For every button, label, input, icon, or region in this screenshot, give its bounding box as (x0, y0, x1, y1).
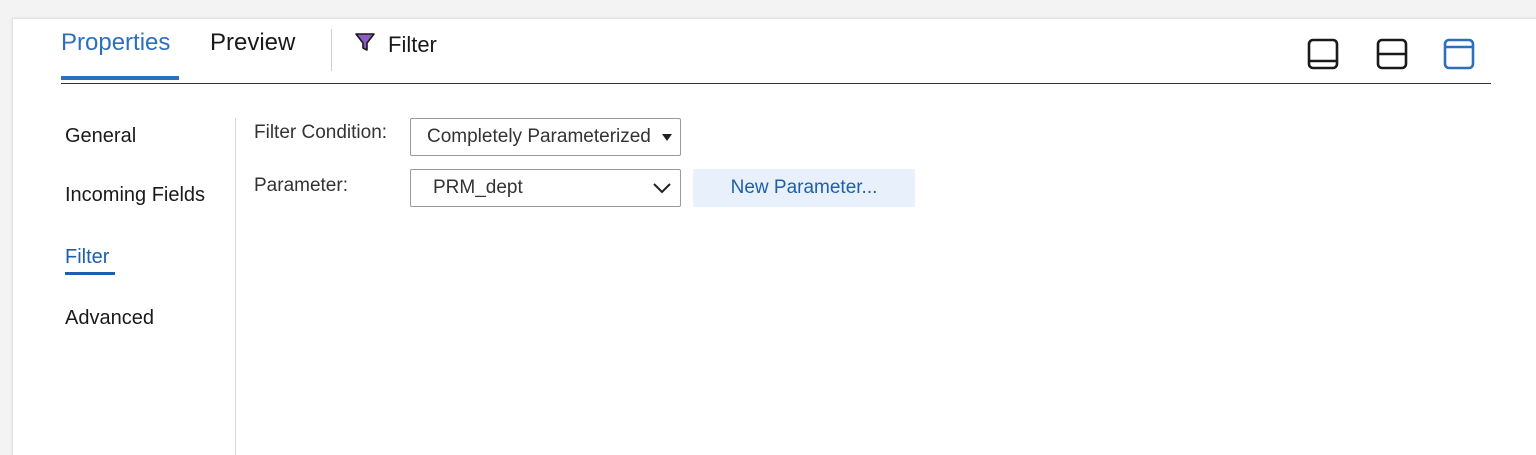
sidebar-item-filter[interactable]: Filter (65, 246, 109, 269)
sidebar-item-advanced[interactable]: Advanced (65, 307, 154, 330)
filter-transform-label: Filter (388, 32, 437, 57)
filter-condition-value: Completely Parameterized (427, 126, 651, 147)
sidebar-item-incoming-fields[interactable]: Incoming Fields (65, 184, 205, 207)
filter-condition-label: Filter Condition: (254, 122, 388, 143)
tab-preview[interactable]: Preview (210, 29, 295, 57)
filter-condition-select[interactable]: Completely Parameterized (410, 118, 681, 156)
caret-down-icon (662, 133, 672, 141)
layout-bottom-panel-button[interactable] (1306, 37, 1340, 71)
filter-funnel-icon (354, 31, 376, 59)
panel-top-icon (1443, 38, 1475, 70)
layout-top-panel-button[interactable] (1442, 37, 1476, 71)
active-tab-indicator (61, 76, 179, 80)
sidebar-active-indicator (65, 272, 115, 275)
parameter-value: PRM_dept (433, 177, 523, 198)
panel-split-icon (1376, 38, 1408, 70)
parameter-label: Parameter: (254, 175, 348, 196)
sidebar-item-general[interactable]: General (65, 125, 136, 148)
tab-separator (331, 29, 332, 71)
parameter-select[interactable]: PRM_dept (410, 169, 681, 207)
panel-bottom-icon (1307, 38, 1339, 70)
properties-panel: Properties Preview Filter General Incomi… (12, 18, 1536, 455)
new-parameter-button[interactable]: New Parameter... (693, 169, 915, 207)
chevron-down-icon (652, 182, 672, 194)
content-divider (235, 118, 236, 455)
filter-transform-title: Filter (354, 31, 437, 59)
layout-split-panel-button[interactable] (1375, 37, 1409, 71)
tab-properties[interactable]: Properties (61, 29, 170, 57)
tab-bar: Properties Preview Filter (61, 19, 1491, 84)
